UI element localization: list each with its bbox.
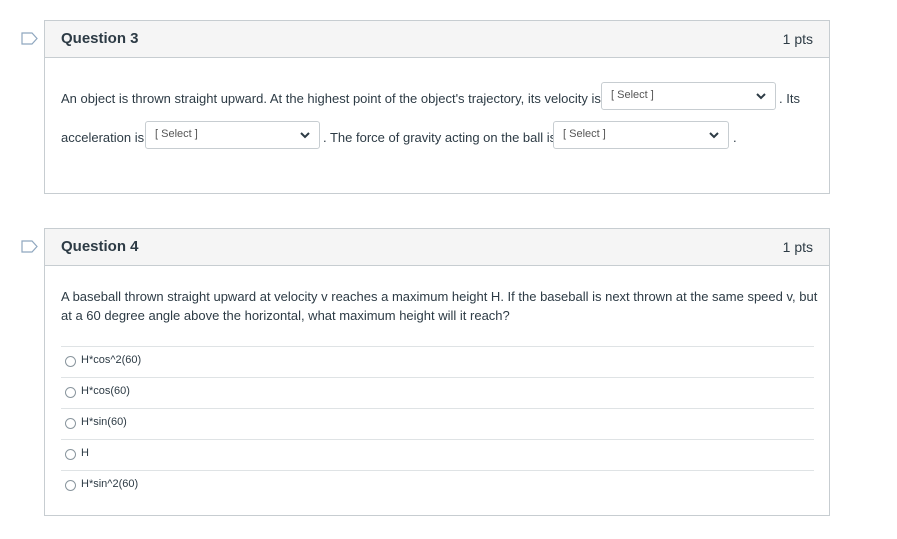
radio-button[interactable] [65,449,76,460]
velocity-select[interactable]: [ Select ] [601,82,776,110]
chevron-down-icon [300,132,310,139]
answer-option[interactable]: H*sin^2(60) [61,470,814,501]
question-3-card: Question 3 1 pts An object is thrown str… [44,20,830,194]
question-text-part: . The force of gravity acting on the bal… [323,130,557,145]
answer-label: H*cos^2(60) [81,354,142,366]
question-text: A baseball thrown straight upward at vel… [61,289,818,323]
answer-list: H*cos^2(60) H*cos(60) H*sin(60) H H*sin^… [61,346,814,501]
question-3-header: Question 3 1 pts [45,21,829,58]
select-value: [ Select ] [611,89,654,101]
question-text-part: An object is thrown straight upward. At … [61,91,601,106]
select-value: [ Select ] [155,128,198,140]
radio-button[interactable] [65,480,76,491]
gravity-force-select[interactable]: [ Select ] [553,121,729,149]
bookmark-flag-icon[interactable] [21,32,38,45]
chevron-down-icon [709,132,719,139]
answer-option[interactable]: H*cos(60) [61,377,814,408]
answer-option[interactable]: H*cos^2(60) [61,346,814,377]
radio-button[interactable] [65,387,76,398]
bookmark-flag-icon[interactable] [21,240,38,253]
question-points: 1 pts [782,31,813,47]
acceleration-select[interactable]: [ Select ] [145,121,320,149]
question-title: Question 4 [61,238,139,255]
select-value: [ Select ] [563,128,606,140]
question-text-part: . Its [779,91,800,106]
answer-label: H*sin(60) [81,416,127,428]
question-text-part: acceleration is [61,130,145,145]
radio-button[interactable] [65,356,76,367]
question-text-part: . [733,130,737,145]
chevron-down-icon [756,93,766,100]
question-4-card: Question 4 1 pts A baseball thrown strai… [44,228,830,516]
radio-button[interactable] [65,418,76,429]
answer-label: H*cos(60) [81,385,130,397]
question-4-header: Question 4 1 pts [45,229,829,266]
answer-label: H [81,447,89,459]
answer-label: H*sin^2(60) [81,478,139,490]
question-points: 1 pts [782,239,813,255]
answer-option[interactable]: H*sin(60) [61,408,814,439]
question-title: Question 3 [61,30,139,47]
answer-option[interactable]: H [61,439,814,470]
